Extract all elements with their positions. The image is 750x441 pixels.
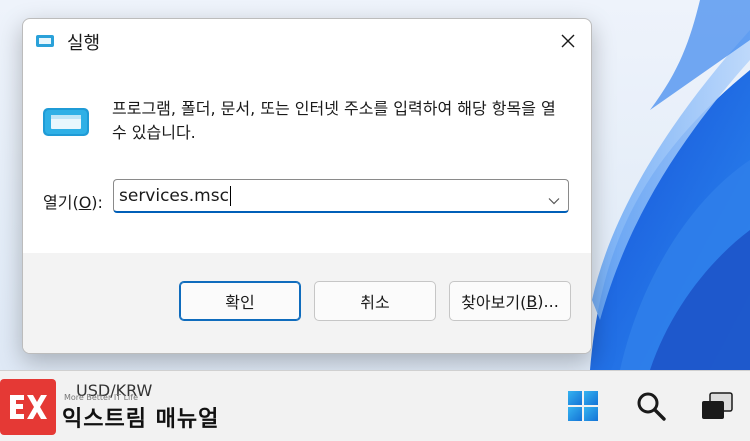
windows-start-icon [568, 391, 598, 421]
open-combobox[interactable]: services.msc [113, 179, 569, 213]
open-input[interactable]: services.msc [119, 186, 231, 206]
close-button[interactable] [545, 19, 591, 63]
run-app-icon [35, 33, 55, 49]
browse-button[interactable]: 찾아보기(B)... [449, 281, 571, 321]
watermark-title: 익스트림 매뉴얼 [62, 407, 220, 432]
ex-logo-icon [10, 395, 47, 419]
open-label: 열기(O): [43, 193, 103, 212]
search-icon [637, 392, 666, 421]
cancel-button[interactable]: 취소 [314, 281, 436, 321]
taskbar: USD/KRW More Better IT Life 익스트림 매뉴얼 [0, 370, 750, 441]
run-large-icon [41, 105, 91, 139]
dropdown-arrow-icon[interactable] [548, 190, 560, 209]
search-button[interactable] [632, 387, 670, 425]
task-view-icon [702, 392, 733, 419]
start-button[interactable] [564, 387, 602, 425]
title-bar[interactable]: 실행 [23, 19, 591, 63]
ok-button[interactable]: 확인 [179, 281, 301, 321]
close-icon [561, 34, 575, 48]
dialog-description: 프로그램, 폴더, 문서, 또는 인터넷 주소를 입력하여 해당 항목을 열 수… [112, 99, 556, 142]
button-bar: 확인 취소 찾아보기(B)... [23, 253, 591, 353]
dialog-title: 실행 [67, 33, 101, 54]
text-cursor [229, 186, 231, 206]
watermark-logo [0, 379, 56, 435]
run-dialog: 실행 프로그램, 폴더, 문서, 또는 인터넷 주소를 입력하여 해당 항목을 … [22, 18, 592, 354]
task-view-button[interactable] [698, 387, 736, 425]
